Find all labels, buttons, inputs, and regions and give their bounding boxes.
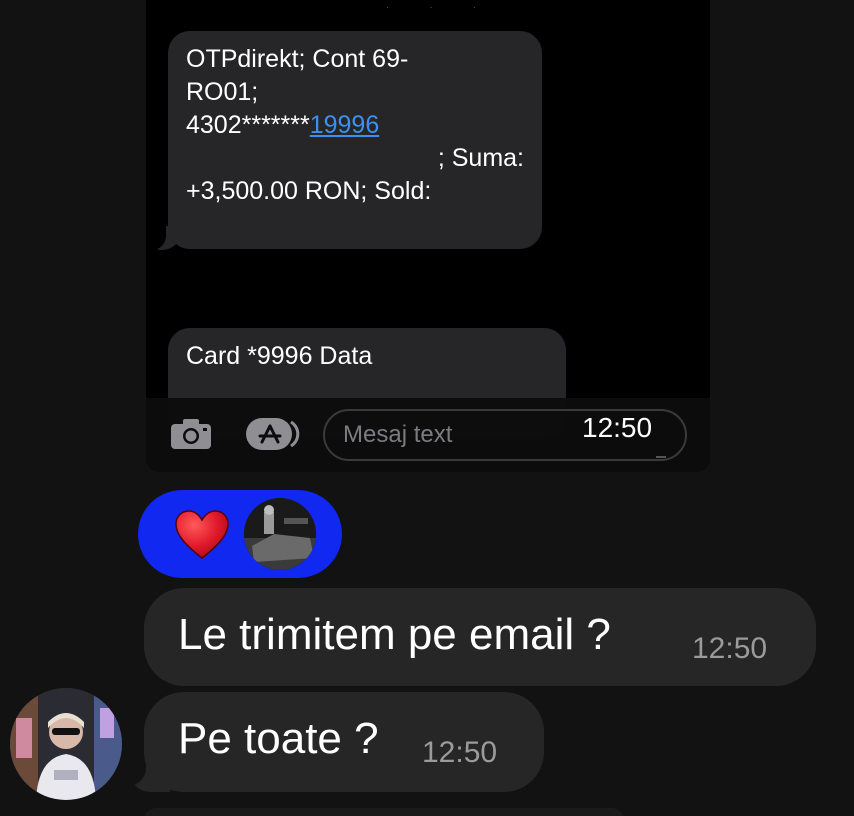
card-number-link[interactable]: 19996 bbox=[310, 111, 380, 139]
sms-line: Card *9996 Data bbox=[186, 342, 373, 370]
sms-line: OTPdirekt; Cont 69- bbox=[186, 45, 409, 73]
sms-line: 4302*******19996 bbox=[186, 109, 524, 142]
next-bubble-edge bbox=[144, 808, 624, 816]
chat-screen: ··· OTPdirekt; Cont 69- RO01; 4302******… bbox=[0, 0, 854, 816]
message-text: Pe toate ? bbox=[178, 714, 379, 763]
sender-avatar-image bbox=[10, 688, 122, 800]
shared-screenshot[interactable]: ··· OTPdirekt; Cont 69- RO01; 4302******… bbox=[146, 0, 710, 472]
status-dots: ··· bbox=[386, 2, 516, 13]
mic-icon bbox=[656, 440, 666, 458]
camera-icon[interactable] bbox=[170, 418, 212, 450]
bank-sms-bubble: OTPdirekt; Cont 69- RO01; 4302*******199… bbox=[168, 31, 542, 249]
message-time: 12:50 bbox=[692, 632, 768, 665]
reactor-avatar-image bbox=[244, 498, 316, 570]
masked-card-number: 4302******* bbox=[186, 111, 310, 139]
message-text: Le trimitem pe email ? bbox=[178, 610, 611, 659]
screenshot-time: 12:50 bbox=[582, 412, 653, 443]
heart-icon bbox=[175, 510, 229, 559]
sms-line: RO01; bbox=[186, 78, 259, 106]
sms-tail bbox=[150, 226, 182, 250]
message-bubble[interactable]: Le trimitem pe email ? 12:50 bbox=[144, 588, 816, 686]
sms-line: ; Suma: bbox=[437, 144, 524, 172]
sms-line: +3,500.00 RON; Sold: bbox=[186, 177, 432, 205]
app-store-icon[interactable] bbox=[244, 416, 300, 452]
reactions-pill[interactable] bbox=[138, 490, 342, 578]
sender-avatar[interactable] bbox=[10, 688, 122, 800]
reactor-avatar[interactable] bbox=[244, 498, 316, 570]
message-time: 12:50 bbox=[422, 736, 498, 769]
message-bubble[interactable]: Pe toate ? 12:50 bbox=[144, 692, 544, 792]
